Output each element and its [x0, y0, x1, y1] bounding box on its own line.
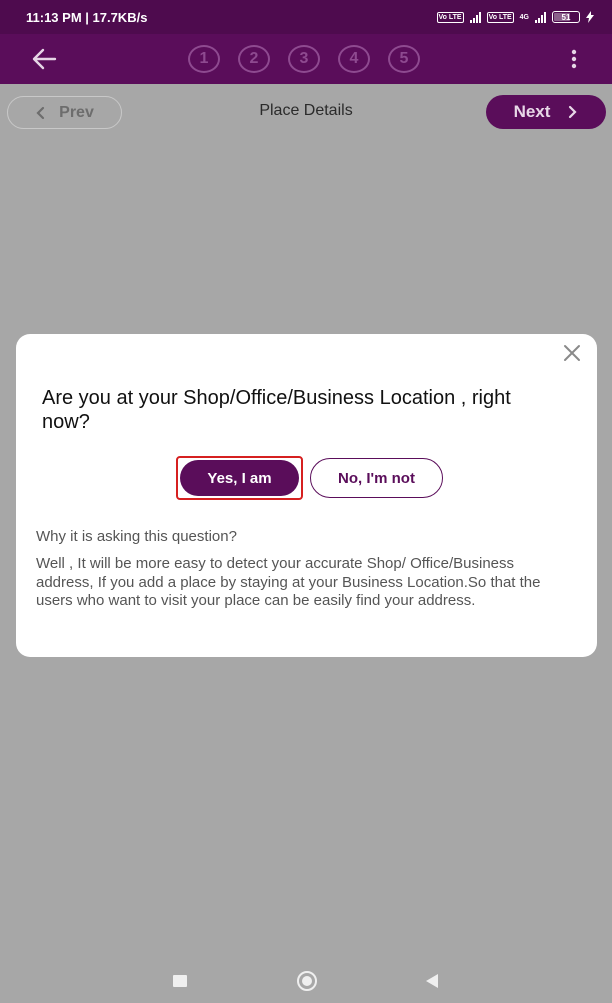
chevron-left-icon [36, 106, 45, 119]
page-title: Place Details [259, 102, 353, 119]
back-arrow-icon[interactable] [30, 46, 58, 72]
system-nav-bar [0, 960, 612, 1003]
prev-label: Prev [59, 103, 94, 121]
step-2: 2 [238, 45, 270, 73]
signal-icon-2 [535, 11, 546, 23]
no-button[interactable]: No, I'm not [310, 458, 443, 498]
close-icon[interactable] [562, 343, 582, 363]
overflow-menu-icon[interactable] [566, 47, 582, 71]
signal-icon [469, 11, 481, 23]
volte-icon-2: Vo LTE [486, 11, 514, 23]
next-label: Next [513, 102, 551, 121]
prev-button[interactable]: Prev [7, 96, 122, 129]
battery-level: 51 [561, 12, 571, 22]
recents-icon[interactable] [173, 975, 187, 987]
why-explanation: Well , It will be more easy to detect yo… [36, 555, 541, 609]
status-bar: 11:13 PM | 17.7KB/s Vo LTE Vo LTE 4G 51 [0, 0, 612, 34]
why-heading: Why it is asking this question? [36, 528, 237, 545]
home-icon[interactable] [297, 971, 317, 991]
chevron-right-icon [569, 105, 577, 119]
step-1: 1 [188, 45, 220, 73]
volte-icon: Vo LTE [436, 11, 464, 23]
charging-icon [586, 11, 594, 23]
location-dialog: Are you at your Shop/Office/Business Loc… [16, 334, 597, 657]
system-back-icon[interactable] [426, 974, 438, 988]
step-4: 4 [338, 45, 370, 73]
yes-button-highlight: Yes, I am [176, 456, 303, 500]
app-bar: 1 2 3 4 5 [0, 34, 612, 84]
status-icons: Vo LTE Vo LTE 4G 51 [436, 11, 594, 23]
network-type-icon: 4G [519, 13, 529, 21]
step-5: 5 [388, 45, 420, 73]
status-time: 11:13 PM | 17.7KB/s [26, 9, 148, 25]
next-button[interactable]: Next [486, 95, 606, 129]
yes-button[interactable]: Yes, I am [180, 460, 299, 496]
step-3: 3 [288, 45, 320, 73]
battery-icon: 51 [552, 11, 580, 23]
step-indicator: 1 2 3 4 5 [188, 45, 420, 73]
dialog-question: Are you at your Shop/Office/Business Loc… [42, 387, 511, 433]
